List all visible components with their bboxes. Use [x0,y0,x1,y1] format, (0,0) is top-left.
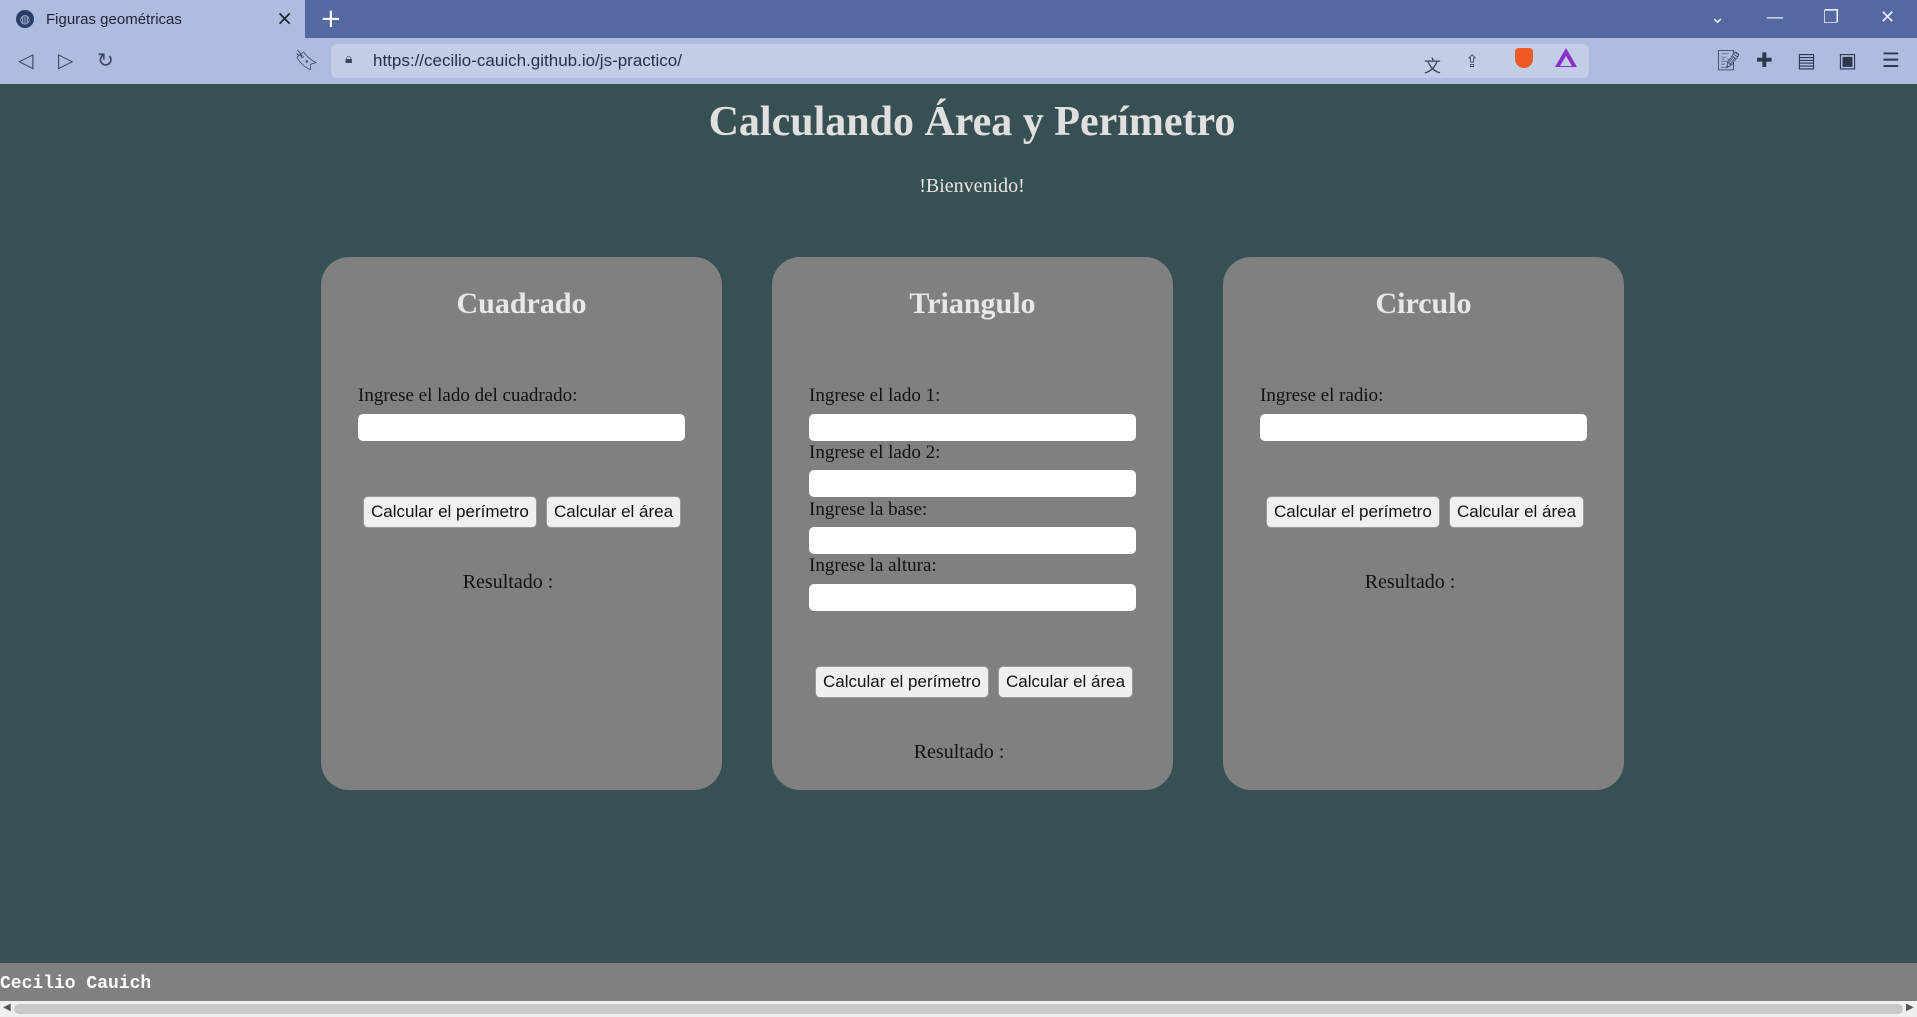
welcome-text: !Bienvenido! [919,175,1025,197]
globe-icon: ◍ [16,10,34,28]
circle-radius-label: Ingrese el radio: [1260,385,1384,406]
scroll-right-icon[interactable]: ▶ [1906,1002,1914,1013]
address-bar[interactable]: 🔒︎ https://cecilio-cauich.github.io/js-p… [331,44,1589,78]
back-icon[interactable]: ◁ [18,47,33,73]
triangle-base-label: Ingrese la base: [809,499,928,520]
footer-author: Cecilio Cauich [0,974,152,994]
triangle-height-label: Ingrese la altura: [809,555,937,576]
triangle-height-input[interactable] [809,584,1136,611]
extensions-icon[interactable]: ✚ [1756,47,1773,73]
triangle-side1-label: Ingrese el lado 1: [809,385,941,406]
notes-extension-icon[interactable]: 📝︎ [1716,47,1741,73]
sidebar-icon[interactable]: ▤ [1797,47,1816,73]
wallet-icon[interactable]: ▣ [1838,47,1857,73]
minimize-icon[interactable]: — [1766,6,1784,30]
circle-radius-input[interactable] [1260,414,1587,441]
square-area-button[interactable]: Calcular el área [546,496,682,528]
new-tab-icon[interactable]: + [320,4,342,34]
circle-card: Circulo Ingrese el radio: Calcular el pe… [1223,257,1624,790]
brave-shields-icon[interactable] [1515,48,1533,68]
square-side-input[interactable] [358,414,685,441]
square-card: Cuadrado Ingrese el lado del cuadrado: C… [321,257,722,790]
triangle-side2-label: Ingrese el lado 2: [809,442,941,463]
reload-icon[interactable]: ↻ [97,47,114,73]
square-title: Cuadrado [456,287,587,320]
triangle-side2-input[interactable] [809,470,1136,497]
page-title: Calculando Área y Perímetro [708,99,1236,145]
square-perimeter-button[interactable]: Calcular el perímetro [363,496,537,528]
bookmark-icon[interactable]: 🔖︎ [294,47,319,73]
circle-result: Resultado : [1364,571,1456,593]
scroll-left-icon[interactable]: ◀ [3,1002,11,1013]
address-url[interactable]: https://cecilio-cauich.github.io/js-prac… [373,51,682,71]
triangle-title: Triangulo [909,287,1036,320]
restore-icon[interactable]: ❐ [1823,6,1839,30]
tab-close-icon[interactable]: × [276,8,293,28]
forward-icon[interactable]: ▷ [58,47,73,73]
footer: Cecilio Cauich [0,963,1917,1001]
browser-tab[interactable]: ◍ Figuras geométricas × [0,0,305,38]
circle-perimeter-button[interactable]: Calcular el perímetro [1266,496,1440,528]
menu-icon[interactable]: ☰ [1882,47,1900,73]
lock-icon: 🔒︎ [345,51,353,67]
horizontal-scrollbar[interactable]: ◀ ▶ [0,1001,1917,1017]
triangle-side1-input[interactable] [809,414,1136,441]
triangle-area-button[interactable]: Calcular el área [998,666,1134,698]
translate-icon[interactable]: 文 [1424,52,1441,77]
brave-rewards-icon[interactable] [1555,48,1577,67]
tab-title: Figuras geométricas [46,10,182,28]
tab-list-icon[interactable]: ⌄ [1710,6,1725,30]
share-icon[interactable]: ⇪ [1465,52,1479,72]
triangle-result: Resultado : [913,741,1005,763]
circle-area-button[interactable]: Calcular el área [1449,496,1585,528]
browser-toolbar: ◁ ▷ ↻ 🔖︎ 🔒︎ https://cecilio-cauich.githu… [0,38,1917,84]
browser-tab-bar: ◍ Figuras geométricas × + ⌄ — ❐ ✕ [0,0,1917,38]
circle-title: Circulo [1375,287,1472,320]
square-side-label: Ingrese el lado del cuadrado: [358,385,578,406]
triangle-card: Triangulo Ingrese el lado 1: Ingrese el … [772,257,1173,790]
scrollbar-thumb[interactable] [14,1004,1903,1014]
square-result: Resultado : [462,571,554,593]
window-close-icon[interactable]: ✕ [1880,6,1895,30]
triangle-base-input[interactable] [809,527,1136,554]
triangle-perimeter-button[interactable]: Calcular el perímetro [815,666,989,698]
